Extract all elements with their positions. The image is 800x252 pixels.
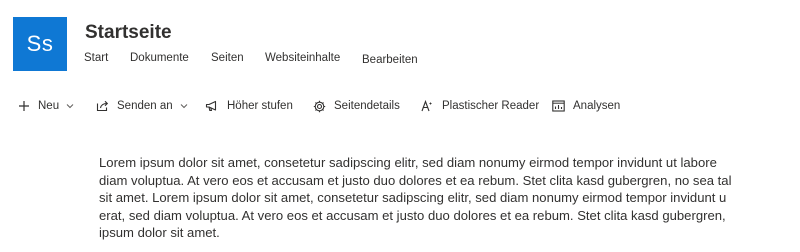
new-button-label: Neu bbox=[38, 100, 60, 112]
megaphone-icon bbox=[205, 100, 217, 112]
chevron-down-icon bbox=[66, 104, 74, 109]
analytics-button[interactable]: Analysen bbox=[552, 93, 620, 119]
nav-item-bearbeiten[interactable]: Bearbeiten bbox=[362, 54, 418, 66]
analytics-icon bbox=[552, 100, 565, 112]
page-title[interactable]: Startseite bbox=[85, 22, 172, 44]
gear-icon bbox=[313, 100, 326, 112]
new-button[interactable]: Neu bbox=[18, 93, 74, 119]
plus-icon bbox=[19, 101, 29, 111]
nav-item-websiteinhalte[interactable]: Websiteinhalte bbox=[265, 52, 340, 64]
promote-button[interactable]: Höher stufen bbox=[205, 93, 293, 119]
immersive-reader-icon bbox=[421, 100, 432, 112]
share-icon bbox=[96, 100, 109, 112]
nav-item-seiten[interactable]: Seiten bbox=[211, 52, 244, 64]
chevron-down-icon bbox=[180, 104, 187, 109]
page-content: Lorem ipsum dolor sit amet, consetetur s… bbox=[99, 154, 800, 252]
paragraph-line: erat, sed diam voluptua. At vero eos et … bbox=[99, 207, 726, 223]
paragraph-line: Lorem ipsum dolor sit amet, consetetur s… bbox=[99, 155, 717, 170]
site-header: Ss Startseite Start Dokumente Seiten Web… bbox=[0, 0, 800, 86]
text-web-part: Lorem ipsum dolor sit amet, consetetur s… bbox=[99, 154, 800, 242]
nav-item-dokumente[interactable]: Dokumente bbox=[130, 52, 189, 64]
paragraph-line: diam voluptua. At vero eos et accusam et… bbox=[99, 172, 732, 188]
send-to-button[interactable]: Senden an bbox=[96, 93, 188, 119]
command-bar: Neu Senden an Höher stufen Seitendetails bbox=[0, 93, 800, 119]
nav-item-start[interactable]: Start bbox=[84, 52, 108, 64]
analytics-button-label: Analysen bbox=[573, 100, 621, 112]
immersive-reader-button[interactable]: Plastischer Reader bbox=[421, 93, 539, 119]
immersive-reader-button-label: Plastischer Reader bbox=[442, 100, 540, 112]
paragraph-line: ipsum dolor sit amet. bbox=[99, 225, 220, 240]
paragraph-line: sit amet. Lorem ipsum dolor sit amet, co… bbox=[99, 190, 727, 205]
promote-button-label: Höher stufen bbox=[227, 100, 293, 112]
send-to-button-label: Senden an bbox=[117, 100, 173, 112]
site-logo[interactable]: Ss bbox=[13, 17, 67, 71]
page-details-button[interactable]: Seitendetails bbox=[313, 93, 400, 119]
page-details-button-label: Seitendetails bbox=[334, 100, 400, 112]
